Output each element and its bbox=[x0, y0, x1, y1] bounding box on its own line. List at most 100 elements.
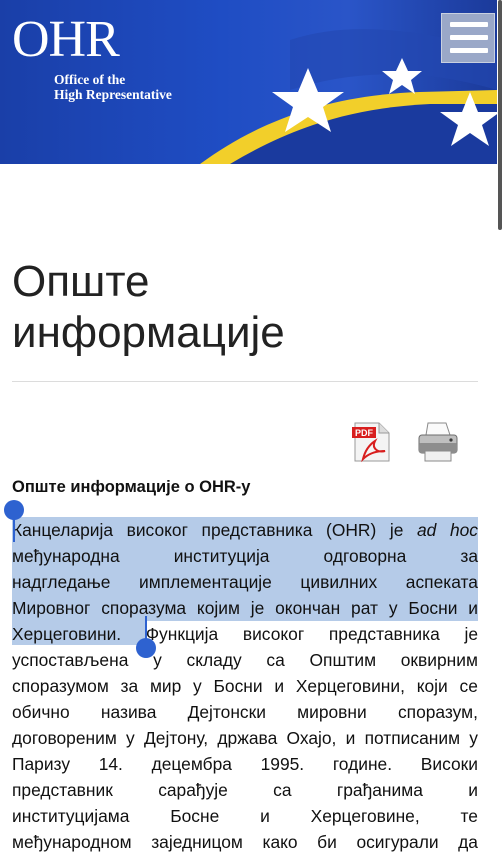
paragraph-word: одговорна bbox=[323, 546, 407, 566]
paragraph-word: осигурали bbox=[356, 832, 439, 852]
paragraph-word: децембра bbox=[151, 754, 232, 774]
paragraph-word: Мировног bbox=[12, 598, 91, 618]
paragraph-word: високог bbox=[242, 624, 305, 644]
logo-subtitle-line1: Office of the bbox=[54, 72, 126, 87]
pdf-icon[interactable]: PDF bbox=[351, 421, 393, 468]
paragraph-word: за bbox=[460, 546, 478, 566]
logo-subtitle-line2: High Representative bbox=[54, 87, 172, 102]
paragraph-line: обично назива Дејтонски мировни споразум, bbox=[12, 699, 478, 725]
logo-text: OHR bbox=[12, 11, 120, 68]
page-title: Опште информације bbox=[12, 256, 482, 358]
paragraph-word: Општим bbox=[309, 650, 377, 670]
paragraph-word: Босни bbox=[408, 598, 458, 618]
page-title-line2: информације bbox=[12, 308, 285, 357]
svg-text:PDF: PDF bbox=[355, 428, 374, 438]
selection-start-handle[interactable] bbox=[4, 500, 24, 520]
paragraph-word: (OHR) bbox=[326, 520, 377, 540]
paragraph-word: hoc bbox=[449, 520, 478, 540]
paragraph-word: у bbox=[469, 728, 478, 748]
paragraph-line: међународном заједницом како би осигурали да bbox=[12, 829, 478, 855]
printer-icon[interactable] bbox=[416, 421, 460, 468]
paragraph-word: се bbox=[459, 676, 478, 696]
paragraph-word: Охајо, bbox=[286, 728, 337, 748]
paragraph-word: Функција bbox=[145, 624, 219, 644]
paragraph-word: и bbox=[274, 676, 285, 696]
scrollbar[interactable] bbox=[497, 0, 504, 856]
paragraph-line: Паризу 14. децембра 1995. године. Високи bbox=[12, 751, 478, 777]
paragraph-word: је bbox=[250, 598, 265, 618]
ohr-logo[interactable]: OHR Office of the High Representative bbox=[12, 11, 172, 103]
page-title-line1: Опште bbox=[12, 257, 150, 306]
paragraph-line: договореним у Дејтону, држава Охајо, и потписа… bbox=[12, 725, 478, 751]
paragraph-word: споразумом bbox=[12, 676, 109, 696]
paragraph-word: 14. bbox=[98, 754, 123, 774]
paragraph-word: Херцеговини, bbox=[295, 676, 405, 696]
paragraph-line: Канцеларија високог представника (OHR) је ad h… bbox=[12, 517, 478, 543]
paragraph-word: имплементације bbox=[139, 572, 272, 592]
paragraph-word: назива bbox=[100, 702, 157, 722]
paragraph-word: 1995. bbox=[260, 754, 305, 774]
paragraph-word: и bbox=[260, 806, 270, 826]
paragraph-word: како bbox=[262, 832, 298, 852]
paragraph-word: мир bbox=[149, 676, 182, 696]
paragraph-word: за bbox=[120, 676, 139, 696]
paragraph-word: је bbox=[389, 520, 404, 540]
paragraph-word: Дејтону, bbox=[144, 728, 209, 748]
paragraph-word: Херцеговине, bbox=[310, 806, 420, 826]
paragraph-word: међународна bbox=[12, 546, 120, 566]
paragraph-word: Канцеларија bbox=[12, 520, 114, 540]
paragraph-word: високог bbox=[126, 520, 188, 540]
paragraph-word: у bbox=[193, 676, 202, 696]
paragraph-word: обично bbox=[12, 702, 70, 722]
paragraph-word: заједницом bbox=[151, 832, 243, 852]
paragraph-word: представника bbox=[201, 520, 313, 540]
paragraph-word: Босне bbox=[170, 806, 220, 826]
scrollbar-thumb[interactable] bbox=[498, 0, 502, 230]
article-heading: Опште информације о OHR-у bbox=[12, 478, 251, 496]
paragraph-word: у bbox=[388, 598, 398, 618]
paragraph-word: Босни bbox=[213, 676, 263, 696]
paragraph-word: цивилних bbox=[300, 572, 378, 592]
paragraph-word: споразума bbox=[101, 598, 187, 618]
paragraph-word: године. bbox=[332, 754, 393, 774]
paragraph-word: складу bbox=[186, 650, 242, 670]
paragraph-word: окончан bbox=[275, 598, 341, 618]
paragraph-word: и bbox=[468, 598, 478, 618]
paragraph-word: мировни bbox=[297, 702, 367, 722]
paragraph-line: институцијама Босне и Херцеговине, те bbox=[12, 803, 478, 829]
paragraph-line: Мировног споразума којим је окончан рат у Босни… bbox=[12, 595, 478, 621]
paragraph-word: договореним bbox=[12, 728, 117, 748]
paragraph-word: сарађује bbox=[158, 780, 228, 800]
paragraph-word: ad bbox=[417, 520, 437, 540]
paragraph-word: институцијама bbox=[12, 806, 130, 826]
paragraph-word: је bbox=[464, 624, 478, 644]
selection-end-handle[interactable] bbox=[136, 638, 156, 658]
paragraph-line: Херцеговини. Функција високог представника ј… bbox=[12, 621, 478, 647]
paragraph-word: потписаним bbox=[364, 728, 461, 748]
paragraph-word: рат bbox=[351, 598, 378, 618]
paragraph-word: Паризу bbox=[12, 754, 71, 774]
paragraph-word: са bbox=[273, 780, 292, 800]
paragraph-word: којим bbox=[196, 598, 240, 618]
paragraph-word: да bbox=[458, 832, 478, 852]
paragraph-word: Херцеговини. bbox=[12, 624, 122, 644]
paragraph-line: надгледање имплементације цивилних аспеката bbox=[12, 569, 478, 595]
hamburger-menu-icon[interactable] bbox=[441, 13, 495, 63]
paragraph-word: би bbox=[317, 832, 337, 852]
paragraph-line: међународна институција одговорна за bbox=[12, 543, 478, 569]
paragraph-word: Високи bbox=[420, 754, 478, 774]
paragraph-line: успостављена у складу са Општим оквирним bbox=[12, 647, 478, 673]
paragraph-word: успостављена bbox=[12, 650, 129, 670]
paragraph-word: и bbox=[468, 780, 478, 800]
paragraph-word: институција bbox=[173, 546, 270, 566]
divider bbox=[12, 381, 478, 382]
article-paragraph[interactable]: Канцеларија високог представника (OHR) је ad h… bbox=[12, 517, 478, 855]
paragraph-word: представника bbox=[328, 624, 440, 644]
paragraph-word: и bbox=[345, 728, 356, 748]
paragraph-word: који bbox=[416, 676, 448, 696]
paragraph-word: споразум, bbox=[397, 702, 478, 722]
paragraph-word: Дејтонски bbox=[187, 702, 266, 722]
paragraph-word: грађанима bbox=[336, 780, 423, 800]
paragraph-word: те bbox=[460, 806, 478, 826]
paragraph-word: у bbox=[126, 728, 135, 748]
